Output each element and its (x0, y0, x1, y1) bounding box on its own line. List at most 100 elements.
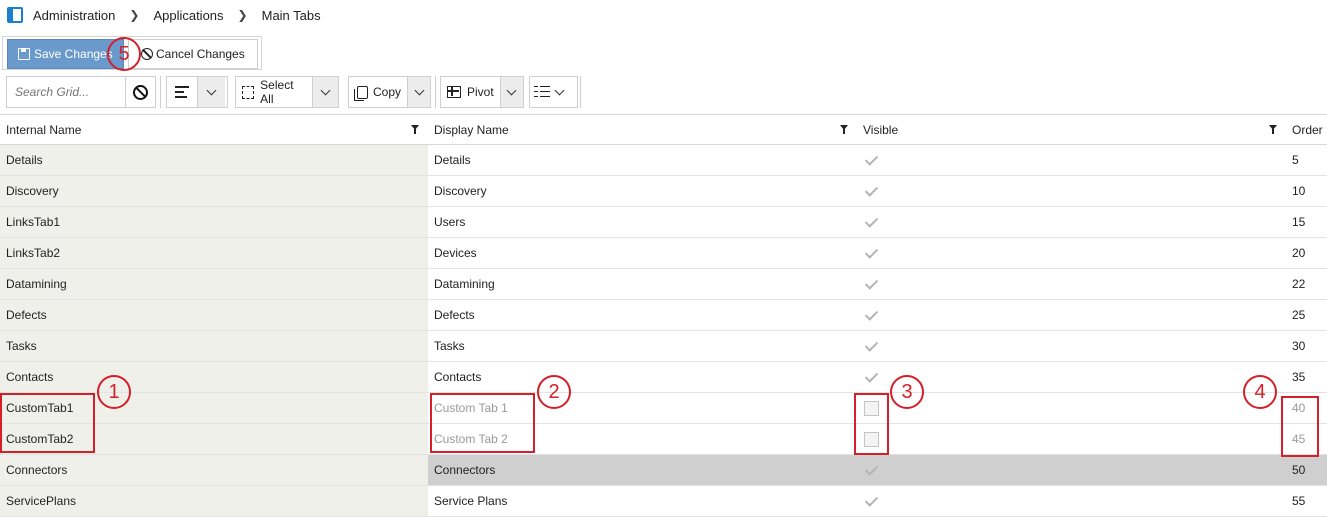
toolbar-divider (435, 76, 436, 108)
column-header-visible[interactable]: Visible (857, 115, 1286, 145)
cell-internal-name[interactable]: Defects (0, 300, 428, 330)
align-button[interactable] (167, 77, 197, 107)
visible-checkbox[interactable] (864, 493, 880, 509)
column-header-internal-name[interactable]: Internal Name (0, 115, 428, 145)
cancel-changes-button[interactable]: Cancel Changes (128, 39, 258, 69)
copy-dropdown: Copy (348, 76, 431, 108)
app-logo-icon (7, 7, 23, 23)
cell-internal-name[interactable]: Contacts (0, 362, 428, 392)
select-all-dropdown-toggle[interactable] (311, 77, 338, 107)
cancel-icon (141, 48, 153, 60)
visible-checkbox[interactable] (864, 369, 880, 385)
pivot-dropdown: Pivot (440, 76, 524, 108)
column-header-label: Internal Name (6, 123, 82, 137)
cell-display-name[interactable]: Connectors (428, 455, 857, 485)
select-all-button[interactable]: Select All (236, 77, 312, 107)
chevron-down-icon (206, 85, 217, 95)
visible-checkbox[interactable] (864, 245, 880, 261)
cell-visible (857, 424, 1286, 454)
table-row[interactable]: Contacts Contacts 35 (0, 362, 1327, 393)
table-row[interactable]: ServicePlans Service Plans 55 (0, 486, 1327, 517)
cell-order[interactable]: 15 (1286, 207, 1327, 237)
column-header-order[interactable]: Order (1286, 115, 1327, 145)
cell-display-name[interactable]: Users (428, 207, 857, 237)
breadcrumb-administration[interactable]: Administration (33, 8, 115, 23)
cell-internal-name[interactable]: Details (0, 145, 428, 175)
table-row[interactable]: Datamining Datamining 22 (0, 269, 1327, 300)
cell-visible (857, 238, 1286, 268)
table-row[interactable]: Tasks Tasks 30 (0, 331, 1327, 362)
cell-order[interactable]: 30 (1286, 331, 1327, 361)
cell-visible (857, 176, 1286, 206)
annotation-box-internal-names (0, 393, 95, 453)
cell-display-name[interactable]: Details (428, 145, 857, 175)
breadcrumb-applications[interactable]: Applications (153, 8, 223, 23)
cancel-changes-label: Cancel Changes (156, 47, 245, 61)
search-grid-input[interactable] (7, 78, 125, 106)
columns-icon (534, 85, 550, 99)
visible-checkbox[interactable] (864, 307, 880, 323)
cell-internal-name[interactable]: LinksTab1 (0, 207, 428, 237)
table-row[interactable]: Discovery Discovery 10 (0, 176, 1327, 207)
table-row[interactable]: LinksTab1 Users 15 (0, 207, 1327, 238)
cell-internal-name[interactable]: Discovery (0, 176, 428, 206)
cell-internal-name[interactable]: Datamining (0, 269, 428, 299)
annotation-marker-5: 5 (107, 37, 141, 71)
cell-display-name[interactable]: Defects (428, 300, 857, 330)
cell-internal-name[interactable]: ServicePlans (0, 486, 428, 516)
cell-visible (857, 331, 1286, 361)
cell-internal-name[interactable]: Connectors (0, 455, 428, 485)
column-header-label: Visible (863, 123, 899, 137)
table-row[interactable]: Details Details 5 (0, 145, 1327, 176)
annotation-box-order (1281, 396, 1319, 457)
align-dropdown (166, 76, 228, 108)
table-row[interactable]: CustomTab1 Custom Tab 1 40 (0, 393, 1327, 424)
annotation-marker-3: 3 (890, 375, 924, 409)
visible-checkbox[interactable] (864, 214, 880, 230)
grid-body: Details Details 5 Discovery Discovery 10 Links… (0, 145, 1327, 517)
cell-order[interactable]: 35 (1286, 362, 1327, 392)
table-row[interactable]: Connectors Connectors 50 (0, 455, 1327, 486)
pivot-button[interactable]: Pivot (441, 77, 500, 107)
cell-display-name[interactable]: Tasks (428, 331, 857, 361)
visible-checkbox[interactable] (864, 183, 880, 199)
breadcrumb: Administration ❯ Applications ❯ Main Tab… (0, 0, 1327, 30)
visible-checkbox[interactable] (864, 152, 880, 168)
filter-icon[interactable] (840, 125, 848, 134)
cell-order[interactable]: 25 (1286, 300, 1327, 330)
cell-order[interactable]: 55 (1286, 486, 1327, 516)
table-row[interactable]: LinksTab2 Devices 20 (0, 238, 1327, 269)
pivot-dropdown-toggle[interactable] (499, 77, 523, 107)
cell-order[interactable]: 10 (1286, 176, 1327, 206)
filter-icon[interactable] (411, 125, 419, 134)
clear-search-button[interactable] (125, 77, 155, 107)
grid-toolbar: Select All Copy Pivot (0, 74, 1327, 112)
cell-display-name[interactable]: Devices (428, 238, 857, 268)
select-all-icon (242, 85, 255, 99)
column-header-display-name[interactable]: Display Name (428, 115, 857, 145)
visible-checkbox[interactable] (864, 338, 880, 354)
cell-display-name[interactable]: Contacts (428, 362, 857, 392)
align-dropdown-toggle[interactable] (197, 77, 225, 107)
cell-order[interactable]: 5 (1286, 145, 1327, 175)
table-row[interactable]: Defects Defects 25 (0, 300, 1327, 331)
visible-checkbox[interactable] (864, 276, 880, 292)
table-row[interactable]: CustomTab2 Custom Tab 2 45 (0, 424, 1327, 455)
cell-display-name[interactable]: Discovery (428, 176, 857, 206)
columns-dropdown[interactable] (529, 76, 578, 108)
annotation-marker-4: 4 (1243, 375, 1277, 409)
cell-internal-name[interactable]: LinksTab2 (0, 238, 428, 268)
cell-display-name[interactable]: Datamining (428, 269, 857, 299)
filter-icon[interactable] (1269, 125, 1277, 134)
copy-button[interactable]: Copy (349, 77, 407, 107)
visible-checkbox[interactable] (864, 462, 880, 478)
cell-internal-name[interactable]: Tasks (0, 331, 428, 361)
cell-display-name[interactable]: Service Plans (428, 486, 857, 516)
chevron-down-icon (554, 85, 565, 95)
cell-order[interactable]: 20 (1286, 238, 1327, 268)
cell-order[interactable]: 50 (1286, 455, 1327, 485)
cell-visible (857, 207, 1286, 237)
cell-order[interactable]: 22 (1286, 269, 1327, 299)
copy-dropdown-toggle[interactable] (407, 77, 430, 107)
clear-icon (133, 84, 148, 100)
